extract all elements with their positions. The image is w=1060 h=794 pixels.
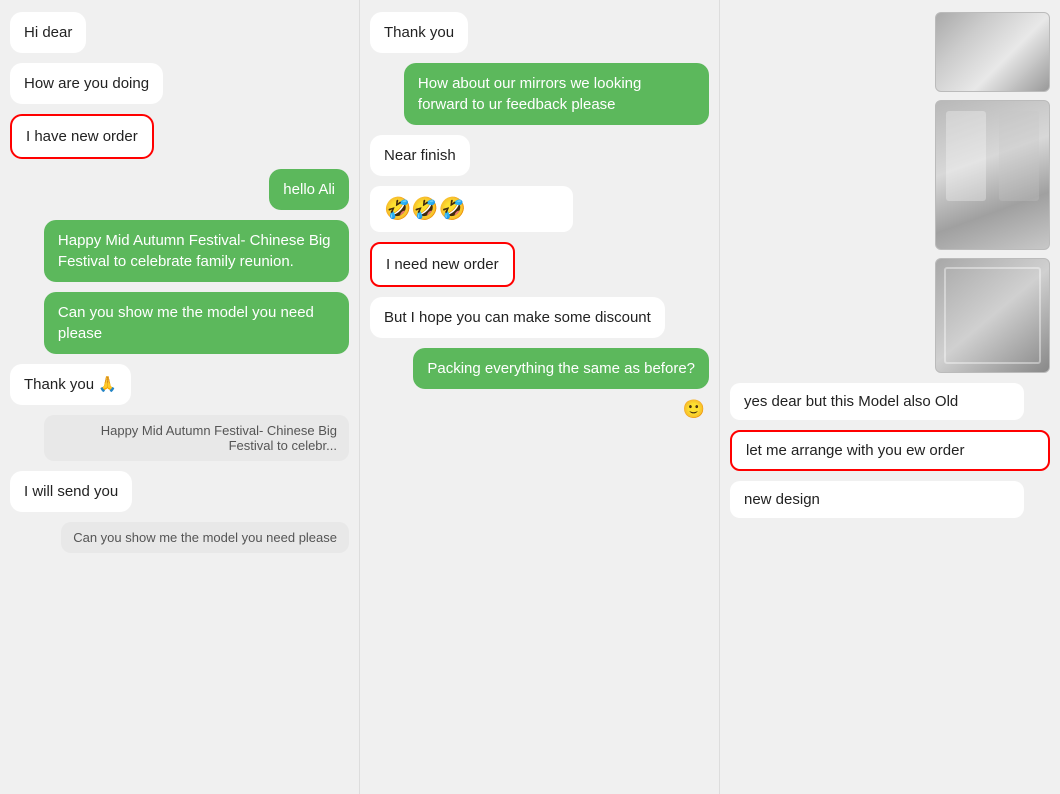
message-i-need-new-order: I need new order: [370, 242, 709, 287]
bubble-happy-festival: Happy Mid Autumn Festival- Chinese Big F…: [44, 220, 349, 282]
message-thank-you-col2: Thank you: [370, 12, 709, 53]
bubble-hello-ali: hello Ali: [269, 169, 349, 210]
message-new-design: new design: [730, 481, 1050, 518]
bubble-new-design: new design: [730, 481, 1024, 518]
bubble-how-about-mirrors: How about our mirrors we looking forward…: [404, 63, 709, 125]
message-quote-festival: Happy Mid Autumn Festival- Chinese Big F…: [10, 415, 349, 461]
bubble-can-you-show: Can you show me the model you need pleas…: [44, 292, 349, 354]
bubble-let-me-arrange: let me arrange with you ew order: [730, 430, 1050, 471]
bubble-but-hope-discount: But I hope you can make some discount: [370, 297, 665, 338]
message-let-me-arrange: let me arrange with you ew order: [730, 430, 1050, 471]
chat-column-2: Thank you How about our mirrors we looki…: [360, 0, 720, 794]
message-packing-same: Packing everything the same as before?: [370, 348, 709, 389]
bubble-packing-same: Packing everything the same as before?: [413, 348, 709, 389]
bubble-thank-you-col2: Thank you: [370, 12, 468, 53]
message-how-about-mirrors: How about our mirrors we looking forward…: [370, 63, 709, 125]
chat-column-1: Hi dear How are you doing I have new ord…: [0, 0, 360, 794]
message-hi-dear: Hi dear: [10, 12, 349, 53]
bubble-near-finish: Near finish: [370, 135, 470, 176]
message-i-have-new-order: I have new order: [10, 114, 349, 159]
bubble-emoji-row: 🤣🤣🤣: [370, 186, 573, 232]
message-i-will-send: I will send you: [10, 471, 349, 512]
message-can-you-show: Can you show me the model you need pleas…: [10, 292, 349, 354]
message-quote-show: Can you show me the model you need pleas…: [10, 522, 349, 553]
mirror-img-1: [935, 12, 1050, 92]
bubble-i-have-new-order: I have new order: [10, 114, 154, 159]
emoji-send-icon: 🙂: [683, 399, 709, 420]
message-emoji-row: 🤣🤣🤣: [370, 186, 709, 232]
bubble-i-need-new-order: I need new order: [370, 242, 515, 287]
message-happy-festival: Happy Mid Autumn Festival- Chinese Big F…: [10, 220, 349, 282]
mirror-img-2: [935, 100, 1050, 250]
bubble-i-will-send: I will send you: [10, 471, 132, 512]
message-yes-dear-old: yes dear but this Model also Old: [730, 383, 1050, 420]
images-section: [730, 12, 1050, 373]
message-but-hope-discount: But I hope you can make some discount: [370, 297, 709, 338]
chat-column-3: yes dear but this Model also Old let me …: [720, 0, 1060, 794]
mirror-img-3: [935, 258, 1050, 373]
bubble-yes-dear-old: yes dear but this Model also Old: [730, 383, 1024, 420]
quote-festival: Happy Mid Autumn Festival- Chinese Big F…: [44, 415, 349, 461]
bubble-how-are-you: How are you doing: [10, 63, 163, 104]
quote-show: Can you show me the model you need pleas…: [61, 522, 349, 553]
message-thank-you-pray: Thank you 🙏: [10, 364, 349, 405]
bubble-thank-you-pray: Thank you 🙏: [10, 364, 131, 405]
message-how-are-you: How are you doing: [10, 63, 349, 104]
bubble-hi-dear: Hi dear: [10, 12, 86, 53]
message-hello-ali: hello Ali: [10, 169, 349, 210]
message-emoji-icon: 🙂: [370, 399, 709, 420]
message-near-finish: Near finish: [370, 135, 709, 176]
